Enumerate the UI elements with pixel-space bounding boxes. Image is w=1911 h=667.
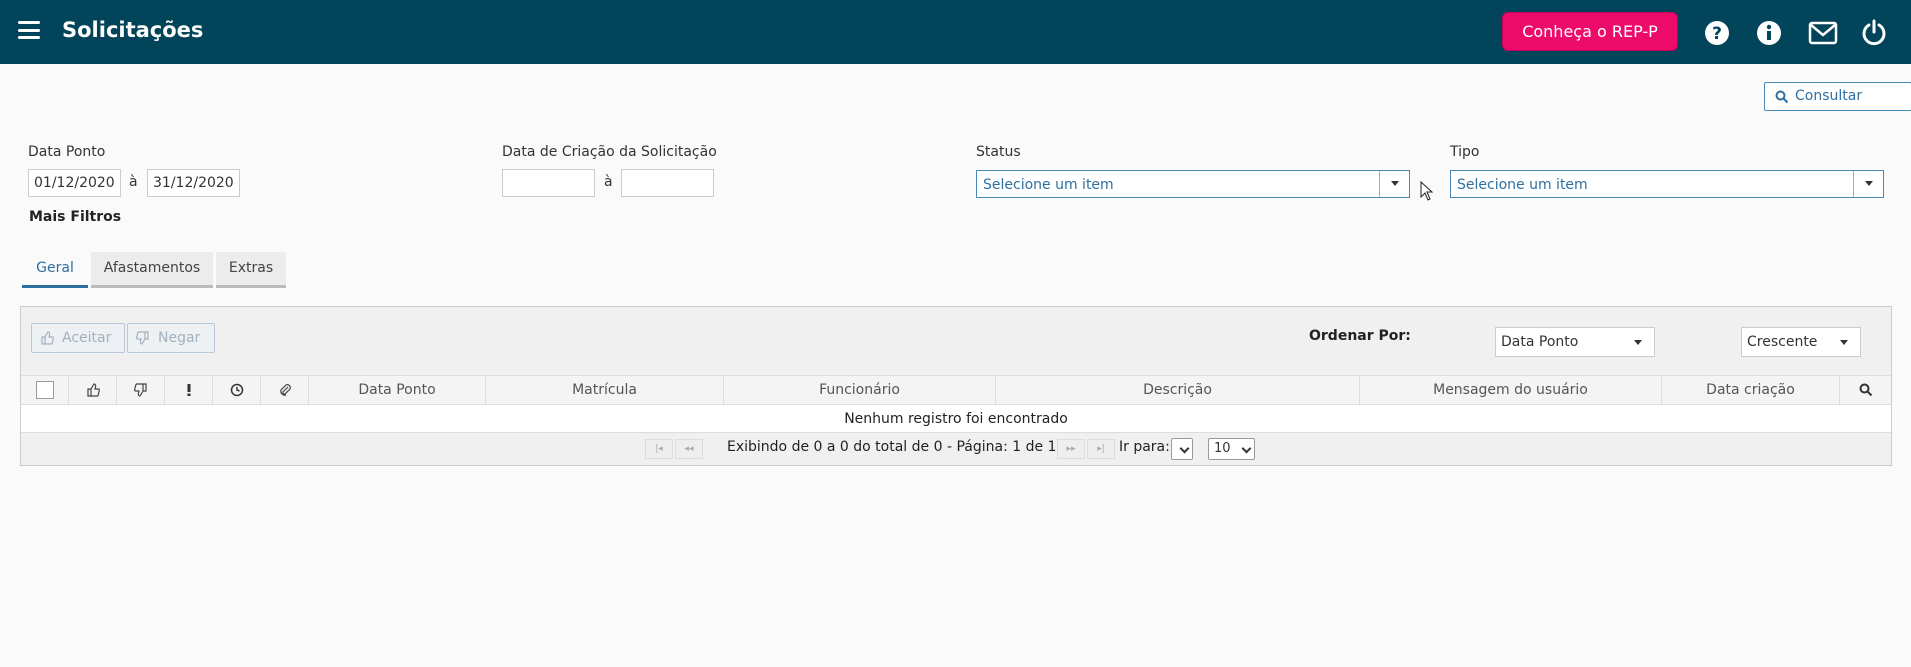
chevron-down-icon: [1379, 171, 1409, 197]
status-placeholder: Selecione um item: [983, 177, 1114, 193]
menu-icon[interactable]: [18, 21, 40, 39]
thumbs-up-icon: [86, 383, 100, 397]
table-header: Data Ponto Matrícula Funcionário Descriç…: [21, 375, 1891, 405]
data-criacao-label: Data de Criação da Solicitação: [502, 144, 717, 160]
page-size-select[interactable]: 10: [1208, 438, 1255, 460]
first-page-icon[interactable]: |◂: [645, 439, 673, 459]
empty-message: Nenhum registro foi encontrado: [21, 405, 1891, 433]
data-ponto-label: Data Ponto: [28, 144, 106, 160]
status-label: Status: [976, 144, 1021, 160]
search-icon: [1859, 383, 1872, 397]
column-data-criacao[interactable]: Data criação: [1662, 376, 1840, 404]
aceitar-label: Aceitar: [62, 330, 112, 346]
data-criacao-from-input[interactable]: [502, 169, 595, 197]
column-data-ponto[interactable]: Data Ponto: [309, 376, 486, 404]
grid-search-button[interactable]: [1840, 376, 1891, 404]
next-page-icon[interactable]: ▸▸: [1057, 439, 1085, 459]
select-all-checkbox[interactable]: [21, 376, 69, 404]
page-title: Solicitações: [62, 18, 204, 42]
paperclip-icon: [279, 384, 291, 396]
consultar-label: Consultar: [1795, 88, 1863, 104]
column-mensagem-usuario[interactable]: Mensagem do usuário: [1360, 376, 1662, 404]
thumbs-up-icon: [41, 331, 54, 345]
status-select[interactable]: Selecione um item: [976, 170, 1410, 198]
tipo-label: Tipo: [1450, 144, 1480, 160]
column-descricao[interactable]: Descrição: [996, 376, 1360, 404]
aceitar-button[interactable]: Aceitar: [31, 323, 125, 353]
svg-text:?: ?: [1712, 24, 1722, 44]
top-bar: Solicitações Conheça o REP-P ?: [0, 0, 1911, 64]
deny-column: [117, 376, 165, 404]
ordenar-por-label: Ordenar Por:: [1309, 328, 1411, 344]
approve-column: [69, 376, 117, 404]
goto-page-select[interactable]: [1171, 438, 1193, 460]
date-separator: à: [129, 174, 138, 190]
requests-grid: Aceitar Negar Ordenar Por: Data Ponto Cr…: [20, 306, 1892, 466]
tab-geral[interactable]: Geral: [22, 252, 88, 288]
power-icon[interactable]: [1860, 19, 1888, 47]
data-criacao-to-input[interactable]: [621, 169, 714, 197]
info-icon[interactable]: [1755, 19, 1783, 47]
consultar-button[interactable]: Consultar: [1764, 82, 1911, 111]
pager-info: Exibindo de 0 a 0 do total de 0 - Página…: [727, 439, 1057, 455]
page-size-value: 10: [1214, 441, 1231, 456]
prev-page-icon[interactable]: ◂◂: [675, 439, 703, 459]
last-page-icon[interactable]: ▸|: [1087, 439, 1115, 459]
alert-column: [165, 376, 213, 404]
order-direction-select[interactable]: Crescente: [1741, 327, 1861, 357]
column-funcionario[interactable]: Funcionário: [724, 376, 996, 404]
chevron-down-icon: [1853, 171, 1883, 197]
negar-button[interactable]: Negar: [127, 323, 215, 353]
exclamation-icon: [187, 384, 190, 396]
pagination-bar: |◂ ◂◂ Exibindo de 0 a 0 do total de 0 - …: [21, 433, 1891, 465]
chevron-down-icon: [1241, 443, 1252, 454]
mouse-cursor-icon: [1420, 181, 1434, 201]
tipo-select[interactable]: Selecione um item: [1450, 170, 1884, 198]
time-column: [213, 376, 261, 404]
help-icon[interactable]: ?: [1703, 19, 1731, 47]
goto-label: Ir para:: [1119, 439, 1170, 455]
search-icon: [1775, 90, 1789, 104]
negar-label: Negar: [158, 330, 201, 346]
date-separator: à: [604, 174, 613, 190]
attachment-column: [261, 376, 309, 404]
mail-icon[interactable]: [1808, 19, 1838, 47]
conheca-rep-button[interactable]: Conheça o REP-P: [1502, 12, 1678, 51]
thumbs-down-icon: [133, 383, 147, 397]
data-ponto-from-input[interactable]: [28, 169, 121, 197]
column-matricula[interactable]: Matrícula: [486, 376, 724, 404]
data-ponto-to-input[interactable]: [147, 169, 240, 197]
tab-afastamentos[interactable]: Afastamentos: [91, 252, 213, 288]
mais-filtros-link[interactable]: Mais Filtros: [29, 209, 121, 225]
chevron-down-icon: [1179, 443, 1190, 454]
order-field-select[interactable]: Data Ponto: [1495, 327, 1655, 357]
tab-extras[interactable]: Extras: [216, 252, 286, 288]
checkbox[interactable]: [35, 381, 54, 399]
clock-icon: [230, 383, 243, 397]
tipo-placeholder: Selecione um item: [1457, 177, 1588, 193]
thumbs-down-icon: [136, 331, 149, 345]
